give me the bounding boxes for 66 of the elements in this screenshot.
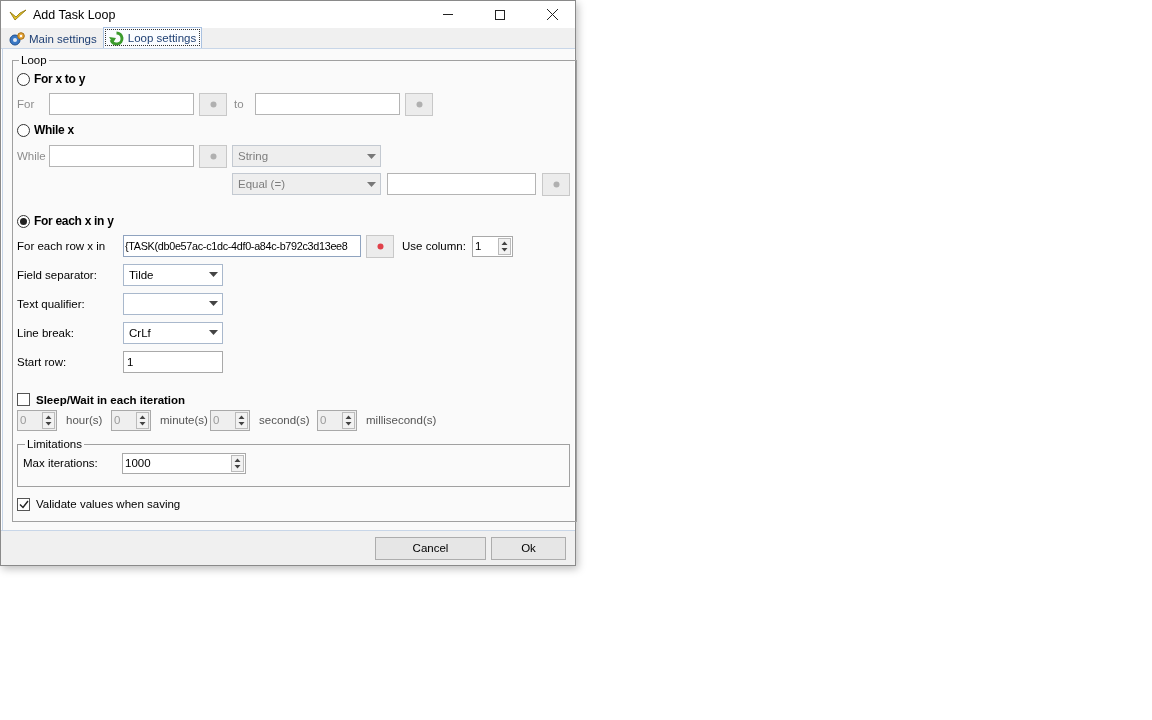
checkmark-icon bbox=[18, 499, 29, 509]
window-title: Add Task Loop bbox=[33, 7, 117, 22]
caret-icon bbox=[367, 153, 376, 159]
spin-arrows-icon bbox=[498, 237, 511, 255]
unit-label: minute(s) bbox=[159, 414, 209, 426]
loop-icon bbox=[108, 30, 124, 46]
field-label: Max iterations: bbox=[23, 457, 99, 469]
unit-label: millisecond(s) bbox=[365, 414, 437, 426]
input-field[interactable] bbox=[387, 173, 536, 195]
dot-icon bbox=[376, 242, 384, 250]
picker-button[interactable] bbox=[542, 172, 570, 196]
dot-icon bbox=[209, 152, 217, 160]
caret-icon bbox=[209, 301, 218, 306]
dropdown[interactable]: Equal (=) bbox=[232, 173, 381, 195]
field-label: Use column: bbox=[402, 240, 467, 252]
picker-button[interactable] bbox=[366, 234, 394, 258]
checkbox[interactable]: Validate values when saving bbox=[17, 497, 181, 511]
field-label: Text qualifier: bbox=[17, 297, 86, 310]
checkbox[interactable]: Sleep/Wait in each iteration bbox=[17, 393, 186, 406]
input-field[interactable] bbox=[49, 93, 194, 115]
field-label: Field separator: bbox=[17, 268, 98, 281]
dot-icon bbox=[415, 100, 423, 108]
field-label: For bbox=[17, 98, 36, 110]
dialog-button[interactable]: Cancel bbox=[375, 536, 486, 560]
dot-icon bbox=[209, 100, 217, 108]
dialog-button[interactable]: Ok bbox=[491, 536, 566, 560]
dropdown[interactable]: Tilde bbox=[123, 263, 223, 286]
dot-icon bbox=[552, 180, 560, 188]
close-icon bbox=[546, 9, 558, 20]
field-label: While bbox=[17, 150, 47, 162]
radio-button[interactable]: For each x in y bbox=[17, 214, 114, 228]
spin-arrows-icon bbox=[235, 411, 248, 429]
input-field[interactable]: {TASK(db0e57ac-c1dc-4df0-a84c-b792c3d13ee8 bbox=[123, 235, 361, 257]
maximize-icon bbox=[495, 9, 505, 20]
field-label: Line break: bbox=[17, 326, 75, 339]
minimize-icon bbox=[443, 14, 453, 15]
input-field[interactable]: 1 bbox=[123, 350, 223, 373]
dropdown[interactable]: String bbox=[232, 145, 381, 167]
spin-arrows-icon bbox=[136, 411, 149, 429]
spin-arrows-icon bbox=[42, 411, 55, 429]
radio-button[interactable]: For x to y bbox=[17, 72, 85, 86]
picker-button[interactable] bbox=[405, 92, 433, 116]
radio-button[interactable]: While x bbox=[17, 123, 74, 137]
field-label: Start row: bbox=[17, 355, 68, 368]
input-field[interactable] bbox=[255, 93, 400, 115]
caret-icon bbox=[209, 330, 218, 335]
unit-label: hour(s) bbox=[65, 414, 104, 426]
unit-label: second(s) bbox=[258, 414, 311, 426]
picker-button[interactable] bbox=[199, 144, 227, 168]
group-title: Limitations bbox=[26, 438, 83, 450]
field-label: to bbox=[234, 98, 245, 110]
spin-arrows-icon bbox=[231, 454, 244, 472]
dropdown[interactable]: CrLf bbox=[123, 321, 223, 344]
caret-icon bbox=[209, 272, 218, 277]
number-field[interactable]: 1000 bbox=[122, 452, 246, 474]
spin-arrows-icon bbox=[342, 411, 355, 429]
caret-icon bbox=[367, 181, 376, 187]
group-title: Loop bbox=[20, 54, 48, 66]
field-label: For each row x in bbox=[17, 240, 107, 252]
input-field[interactable] bbox=[49, 145, 194, 167]
gear-icon bbox=[9, 32, 25, 46]
dropdown[interactable] bbox=[123, 292, 223, 315]
logo-icon bbox=[9, 8, 27, 21]
number-field[interactable]: 1 bbox=[472, 235, 513, 257]
tab[interactable]: Loop settings bbox=[102, 27, 203, 48]
picker-button[interactable] bbox=[199, 92, 227, 116]
